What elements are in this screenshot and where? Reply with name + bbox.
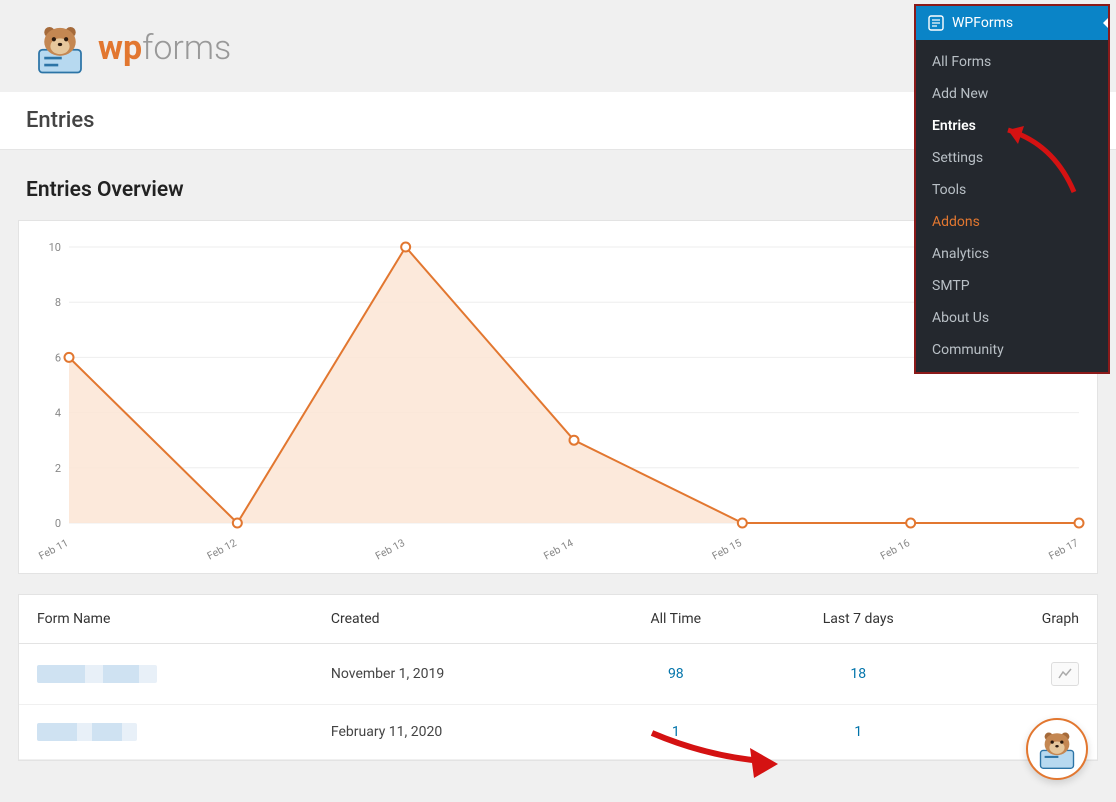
submenu-header[interactable]: WPForms <box>916 6 1108 40</box>
svg-text:2: 2 <box>55 462 61 475</box>
submenu-item[interactable]: Addons <box>916 206 1108 238</box>
table-row[interactable]: November 1, 2019 98 18 <box>19 644 1097 705</box>
open-graph-button[interactable] <box>1051 662 1079 686</box>
svg-text:Feb 13: Feb 13 <box>373 536 407 562</box>
table-header-row: Form Name Created All Time Last 7 days G… <box>19 595 1097 644</box>
graph-icon <box>1058 668 1072 680</box>
last7-cell: 18 <box>757 644 959 705</box>
last7-link[interactable]: 18 <box>850 666 866 682</box>
svg-text:Feb 11: Feb 11 <box>36 536 70 562</box>
form-name-cell <box>19 644 313 705</box>
bear-icon <box>32 20 88 76</box>
wpforms-logo: wpforms <box>32 20 231 76</box>
last7-cell: 1 <box>757 705 959 760</box>
bear-icon <box>1035 727 1079 771</box>
form-icon <box>928 15 944 31</box>
all-time-link[interactable]: 98 <box>668 666 684 682</box>
submenu-item[interactable]: Add New <box>916 78 1108 110</box>
col-graph[interactable]: Graph <box>959 595 1097 644</box>
created-cell: February 11, 2020 <box>313 705 594 760</box>
form-name-cell <box>19 705 313 760</box>
submenu-item[interactable]: Analytics <box>916 238 1108 270</box>
svg-text:Feb 14: Feb 14 <box>541 536 575 562</box>
col-all-time[interactable]: All Time <box>594 595 757 644</box>
blurred-text <box>37 665 157 683</box>
graph-cell <box>959 644 1097 705</box>
logo-text: wpforms <box>98 28 231 68</box>
table-row[interactable]: February 11, 2020 1 1 <box>19 705 1097 760</box>
submenu-item[interactable]: Community <box>916 334 1108 366</box>
svg-text:4: 4 <box>55 407 61 420</box>
svg-text:Feb 16: Feb 16 <box>878 536 912 562</box>
submenu-title: WPForms <box>952 15 1013 31</box>
submenu-item[interactable]: SMTP <box>916 270 1108 302</box>
svg-text:Feb 17: Feb 17 <box>1046 536 1080 562</box>
svg-text:10: 10 <box>49 241 61 254</box>
submenu-item[interactable]: About Us <box>916 302 1108 334</box>
col-form-name[interactable]: Form Name <box>19 595 313 644</box>
svg-text:0: 0 <box>55 517 61 530</box>
svg-text:8: 8 <box>55 296 61 309</box>
col-created[interactable]: Created <box>313 595 594 644</box>
created-cell: November 1, 2019 <box>313 644 594 705</box>
arrow-annotation <box>646 730 786 786</box>
last7-link[interactable]: 1 <box>854 724 862 740</box>
svg-text:6: 6 <box>55 351 61 364</box>
svg-text:Feb 15: Feb 15 <box>710 536 744 562</box>
submenu-item[interactable]: All Forms <box>916 46 1108 78</box>
svg-text:Feb 12: Feb 12 <box>205 536 239 562</box>
col-last-7[interactable]: Last 7 days <box>757 595 959 644</box>
entries-table: Form Name Created All Time Last 7 days G… <box>18 594 1098 761</box>
help-bubble[interactable] <box>1026 718 1088 780</box>
all-time-cell: 98 <box>594 644 757 705</box>
arrow-annotation <box>996 120 1092 210</box>
blurred-text <box>37 723 137 741</box>
